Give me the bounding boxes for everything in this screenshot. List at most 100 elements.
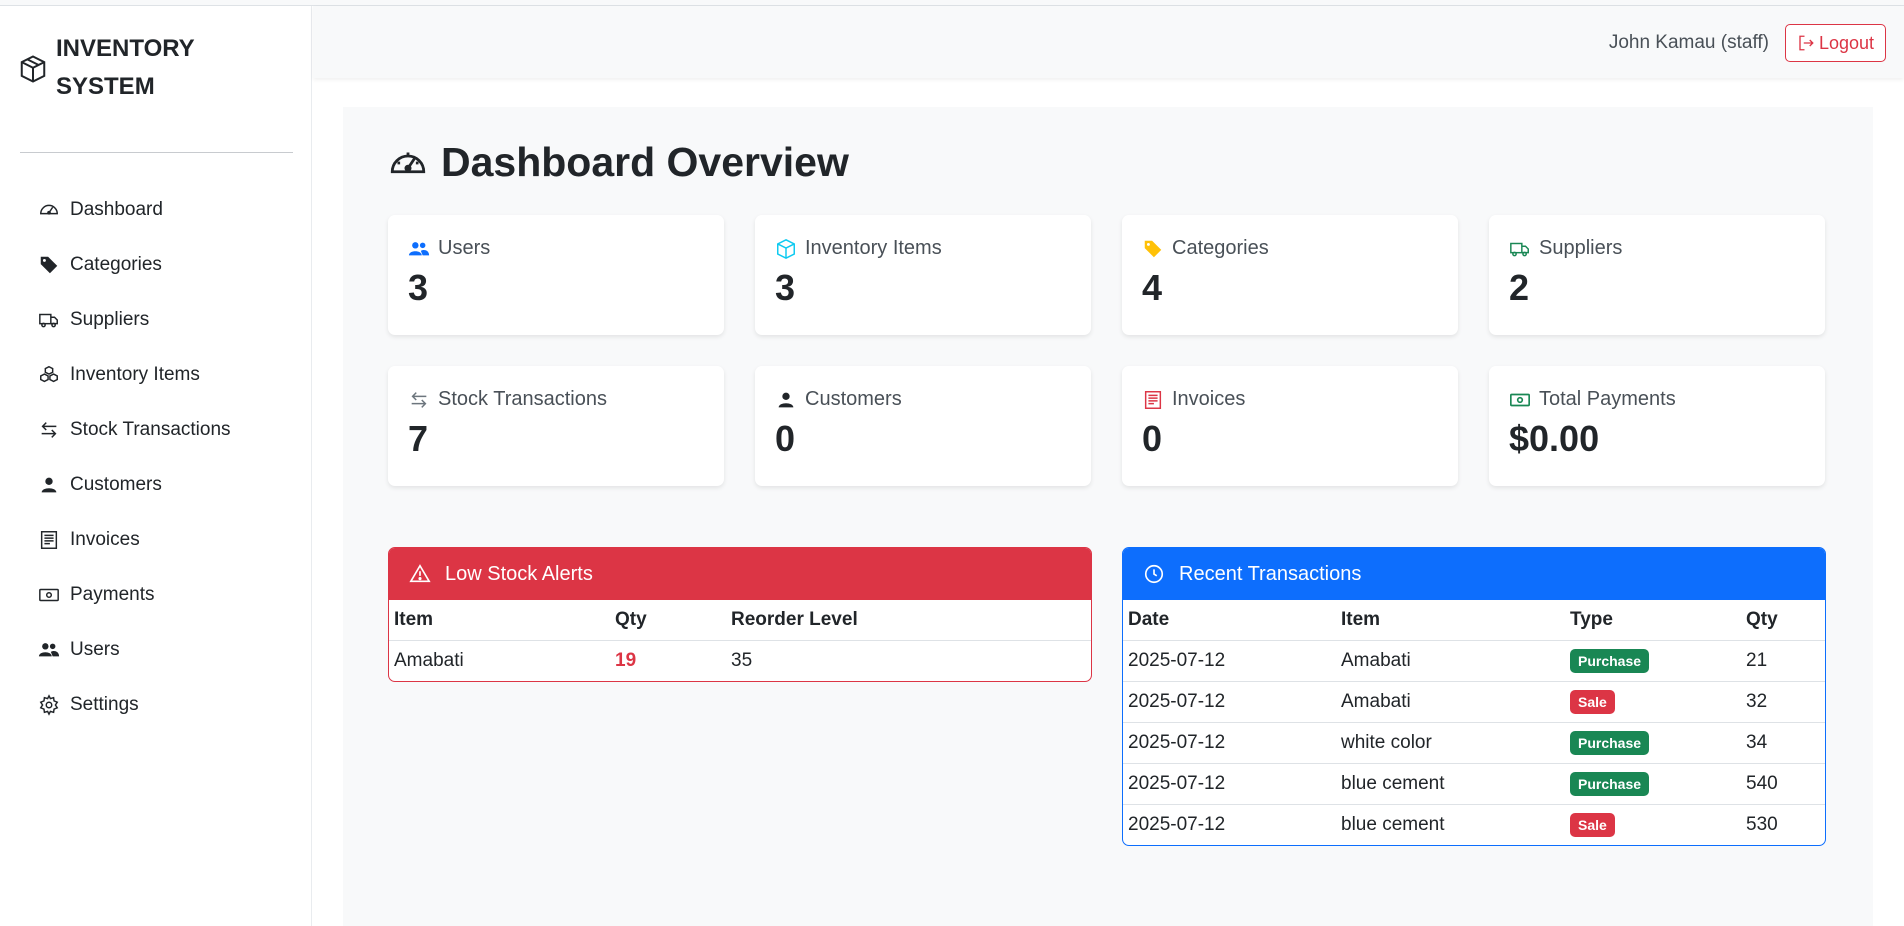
stat-card-inventory-items: Inventory Items 3 — [755, 215, 1091, 335]
column-header: Qty — [610, 600, 726, 641]
stat-card-customers: Customers 0 — [755, 366, 1091, 486]
sidebar-item-suppliers[interactable]: Suppliers — [38, 292, 231, 347]
box-icon — [18, 54, 48, 84]
stat-value: $0.00 — [1509, 418, 1600, 459]
top-header: John Kamau (staff) Logout — [313, 6, 1904, 78]
gear-icon — [39, 693, 59, 716]
tags-icon — [1144, 240, 1162, 257]
sidebar-item-customers[interactable]: Customers — [38, 457, 231, 512]
cell-qty: 19 — [615, 649, 637, 671]
stat-value: 2 — [1509, 267, 1530, 308]
brand[interactable]: INVENTORY SYSTEM — [18, 30, 256, 106]
cash-icon — [39, 588, 59, 601]
cell-item: Amabati — [1336, 681, 1565, 723]
cell-qty: 32 — [1741, 681, 1825, 723]
sidebar-item-dashboard[interactable]: Dashboard — [38, 182, 231, 237]
stat-value: 0 — [775, 418, 796, 459]
sidebar-item-label: Customers — [70, 473, 162, 495]
receipt-icon — [1144, 390, 1162, 409]
stat-label: Users — [438, 237, 491, 259]
cell-date: 2025-07-12 — [1123, 640, 1336, 682]
sidebar-item-label: Users — [70, 638, 120, 660]
sidebar: INVENTORY SYSTEM Dashboard Categories Su… — [0, 6, 312, 926]
stat-label: Total Payments — [1539, 388, 1676, 410]
warning-icon — [409, 564, 431, 583]
stat-value: 0 — [1142, 418, 1163, 459]
sidebar-item-label: Settings — [70, 693, 139, 715]
receipt-icon — [40, 530, 58, 549]
arrow-left-right-icon — [411, 391, 427, 408]
type-badge: Purchase — [1570, 771, 1650, 796]
stat-card-suppliers: Suppliers 2 — [1489, 215, 1825, 335]
tags-icon — [40, 256, 58, 273]
logout-label: Logout — [1818, 32, 1875, 53]
cell-qty: 530 — [1746, 813, 1778, 835]
cell-date: 2025-07-12 — [1123, 763, 1336, 805]
sidebar-item-payments[interactable]: Payments — [38, 567, 231, 622]
page-title-text: Dashboard Overview — [441, 139, 849, 185]
table-row: 2025-07-12 Amabati Purchase 21 — [1123, 640, 1825, 682]
person-icon — [41, 477, 57, 492]
stat-card-users: Users 3 — [388, 215, 724, 335]
sidebar-item-label: Categories — [70, 253, 162, 275]
speedometer-icon — [40, 204, 58, 215]
table-row: 2025-07-12 white color Purchase 34 — [1123, 722, 1825, 764]
type-badge: Purchase — [1570, 730, 1650, 755]
sidebar-item-users[interactable]: Users — [38, 622, 231, 677]
low-stock-table: Item Qty Reorder Level Amabati 19 35 — [389, 600, 1091, 681]
stat-card-stock-transactions: Stock Transactions 7 — [388, 366, 724, 486]
speedometer-icon — [390, 152, 426, 173]
sidebar-item-categories[interactable]: Categories — [38, 237, 231, 292]
cell-item: blue cement — [1341, 813, 1445, 835]
sidebar-item-label: Stock Transactions — [70, 418, 231, 440]
cell-qty: 540 — [1741, 763, 1825, 805]
recent-transactions-panel: Recent Transactions Date Item Type Qty 2… — [1122, 547, 1826, 846]
cell-qty: 21 — [1741, 640, 1825, 682]
cell-item: white color — [1336, 722, 1565, 764]
stat-label: Categories — [1172, 237, 1269, 259]
boxes-icon — [40, 365, 58, 382]
cell-item: Amabati — [1336, 640, 1565, 682]
stat-label: Suppliers — [1539, 237, 1623, 259]
people-icon — [408, 241, 430, 255]
sidebar-nav: Dashboard Categories Suppliers Inventory… — [38, 182, 231, 732]
stat-card-invoices: Invoices 0 — [1122, 366, 1458, 486]
stat-label: Inventory Items — [805, 237, 942, 259]
cell-item: Amabati — [394, 649, 464, 671]
main-content: Dashboard Overview Users 3 Inventory Ite… — [343, 107, 1873, 926]
arrow-left-right-icon — [41, 421, 57, 438]
sidebar-item-label: Dashboard — [70, 198, 163, 220]
table-row: 2025-07-12 blue cement Purchase 540 — [1123, 763, 1825, 805]
clock-icon — [1144, 564, 1164, 584]
logout-button[interactable]: Logout — [1785, 24, 1886, 62]
sidebar-item-inventory-items[interactable]: Inventory Items — [38, 347, 231, 402]
page-title: Dashboard Overview — [387, 139, 849, 186]
stat-value: 3 — [775, 267, 796, 308]
cash-icon — [1510, 393, 1530, 406]
recent-transactions-title: Recent Transactions — [1179, 562, 1362, 585]
stat-card-categories: Categories 4 — [1122, 215, 1458, 335]
people-icon — [38, 642, 60, 656]
column-header: Date — [1123, 600, 1336, 641]
logout-icon — [1799, 35, 1814, 51]
box-icon — [777, 238, 795, 259]
low-stock-title: Low Stock Alerts — [445, 562, 593, 585]
column-header: Type — [1565, 600, 1741, 641]
stat-label: Stock Transactions — [438, 388, 607, 410]
sidebar-divider — [20, 152, 293, 153]
type-badge: Sale — [1570, 689, 1615, 714]
column-header: Item — [1336, 600, 1565, 641]
sidebar-item-label: Suppliers — [70, 308, 150, 330]
column-header: Reorder Level — [726, 600, 1091, 641]
stat-label: Customers — [805, 388, 902, 410]
low-stock-panel: Low Stock Alerts Item Qty Reorder Level … — [388, 547, 1092, 682]
sidebar-item-label: Inventory Items — [70, 363, 200, 385]
sidebar-item-settings[interactable]: Settings — [38, 677, 231, 732]
current-user: John Kamau (staff) — [1608, 32, 1769, 53]
sidebar-item-stock-transactions[interactable]: Stock Transactions — [38, 402, 231, 457]
cell-date: 2025-07-12 — [1123, 681, 1336, 723]
sidebar-item-label: Invoices — [70, 528, 140, 550]
type-badge: Purchase — [1570, 648, 1650, 673]
column-header: Qty — [1741, 600, 1825, 641]
sidebar-item-invoices[interactable]: Invoices — [38, 512, 231, 567]
